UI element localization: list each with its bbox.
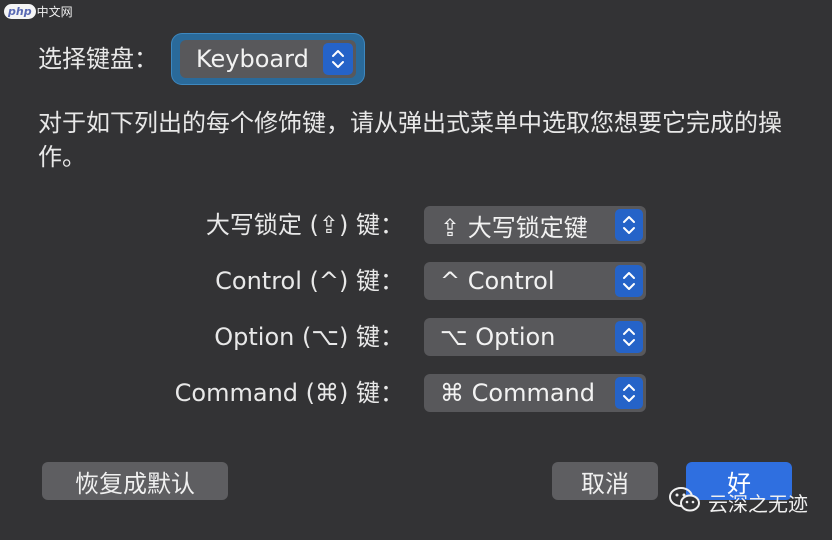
option-popup-value: ⌥ Option [440, 323, 556, 351]
control-popup[interactable]: ^ Control [424, 262, 646, 300]
php-watermark: php 中文网 [4, 2, 73, 20]
cancel-button[interactable]: 取消 [552, 462, 658, 500]
keyboard-popup[interactable]: Keyboard [180, 40, 356, 78]
php-logo: php [4, 3, 36, 19]
php-site-text: 中文网 [36, 4, 73, 19]
wechat-account-name: 云深之无迹 [708, 491, 808, 516]
caps-lock-popup-value: ⇪ 大写锁定键 [440, 213, 588, 242]
restore-defaults-button[interactable]: 恢复成默认 [42, 462, 228, 500]
keyboard-select-label: 选择键盘： [38, 45, 158, 73]
keyboard-popup-value: Keyboard [196, 45, 309, 73]
option-label: Option (⌥) 键： [214, 323, 404, 351]
wechat-icon [668, 486, 702, 518]
chevron-up-down-icon [323, 43, 353, 75]
caps-lock-label: 大写锁定 (⇪) 键： [205, 211, 404, 239]
wechat-watermark: 云深之无迹 [668, 486, 808, 518]
chevron-up-down-icon [615, 265, 643, 297]
control-label: Control (^) 键： [215, 267, 404, 295]
chevron-up-down-icon [615, 321, 643, 353]
modifier-keys-dialog: php 中文网 选择键盘： Keyboard 对于如下列出的每个修饰键，请从弹出… [0, 0, 832, 540]
chevron-up-down-icon [615, 209, 643, 241]
instructions-text: 对于如下列出的每个修饰键，请从弹出式菜单中选取您想要它完成的操作。 [38, 109, 782, 171]
command-popup[interactable]: ⌘ Command [424, 374, 646, 412]
command-popup-value: ⌘ Command [440, 379, 595, 407]
command-label: Command (⌘) 键： [174, 379, 404, 407]
caps-lock-popup[interactable]: ⇪ 大写锁定键 [424, 206, 646, 244]
control-popup-value: ^ Control [440, 267, 555, 295]
option-popup[interactable]: ⌥ Option [424, 318, 646, 356]
chevron-up-down-icon [615, 377, 643, 409]
